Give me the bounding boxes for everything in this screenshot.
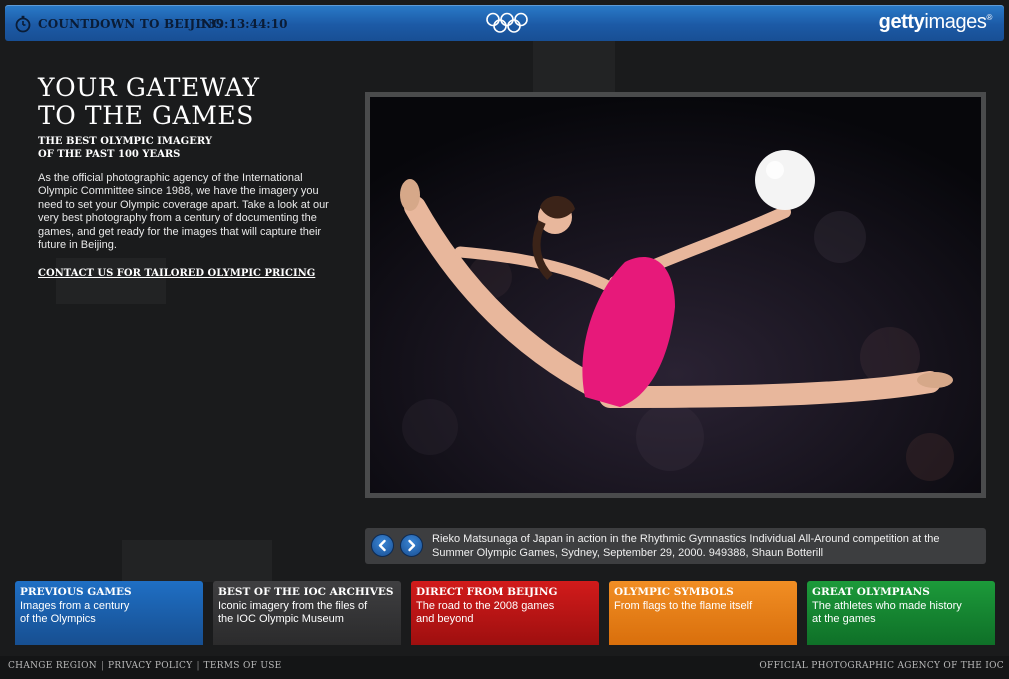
tile-description: The road to the 2008 games and beyond: [416, 600, 555, 625]
featured-photo[interactable]: [370, 97, 981, 493]
logo-text-light: images: [924, 11, 987, 33]
logo-text-bold: getty: [878, 11, 925, 33]
registered-mark: ®: [986, 13, 993, 22]
subheading-line: THE BEST OLYMPIC IMAGERY: [38, 136, 212, 147]
tile-title: BEST OF THE IOC ARCHIVES: [218, 586, 394, 598]
caption-bar: Rieko Matsunaga of Japan in action in th…: [365, 528, 986, 564]
headline-line: YOUR GATEWAY: [38, 73, 260, 102]
terms-of-use-link[interactable]: TERMS OF USE: [204, 661, 282, 671]
footer-links: CHANGE REGION | PRIVACY POLICY | TERMS OF US…: [8, 661, 282, 671]
countdown-timer: 139:13:44:10: [199, 17, 288, 31]
tile-title: DIRECT FROM BEIJING: [416, 586, 558, 598]
stopwatch-icon: [15, 15, 31, 33]
tile-previous-games[interactable]: PREVIOUS GAMES Images from a century of …: [15, 581, 203, 645]
getty-images-logo[interactable]: gettyimages®: [878, 11, 993, 34]
page-headline: YOUR GATEWAY TO THE GAMES: [38, 74, 260, 130]
countdown-label: COUNTDOWN TO BEIJING: [38, 17, 223, 31]
chevron-left-icon: [378, 539, 386, 552]
header-bar: COUNTDOWN TO BEIJING 139:13:44:10 gettyi…: [5, 5, 1004, 41]
photo-caption: Rieko Matsunaga of Japan in action in th…: [432, 533, 940, 559]
footer-separator: |: [196, 661, 200, 671]
background-panel: [533, 41, 615, 97]
footer-separator: |: [100, 661, 105, 671]
background-panel: [122, 540, 272, 582]
featured-photo-frame: [365, 92, 986, 498]
headline-line: TO THE GAMES: [38, 101, 254, 130]
footer-bar: CHANGE REGION | PRIVACY POLICY | TERMS OF US…: [0, 656, 1009, 679]
tile-title: PREVIOUS GAMES: [20, 586, 132, 598]
tile-great-olympians[interactable]: GREAT OLYMPIANS The athletes who made hi…: [807, 581, 995, 645]
background-panel: [56, 258, 166, 304]
contact-pricing-link[interactable]: CONTACT US FOR TAILORED OLYMPIC PRICING: [38, 268, 315, 279]
intro-paragraph: As the official photographic agency of t…: [38, 172, 329, 252]
tile-ioc-archives[interactable]: BEST OF THE IOC ARCHIVES Iconic imagery …: [213, 581, 401, 645]
change-region-link[interactable]: CHANGE REGION: [8, 661, 97, 671]
tile-title: OLYMPIC SYMBOLS: [614, 586, 734, 598]
chevron-right-icon: [408, 539, 416, 552]
page-subheading: THE BEST OLYMPIC IMAGERY OF THE PAST 100…: [38, 135, 212, 161]
tile-description: Images from a century of the Olympics: [20, 600, 130, 625]
tile-olympic-symbols[interactable]: OLYMPIC SYMBOLS From flags to the flame …: [609, 581, 797, 645]
tile-description: From flags to the flame itself: [614, 600, 753, 612]
gymnast-illustration: [370, 97, 981, 493]
olympic-rings-icon: [486, 12, 528, 33]
privacy-policy-link[interactable]: PRIVACY POLICY: [108, 661, 192, 671]
tile-description: Iconic imagery from the files of the IOC…: [218, 600, 368, 625]
official-agency-text: OFFICIAL PHOTOGRAPHIC AGENCY OF THE IOC: [759, 661, 1004, 671]
tile-description: The athletes who made history at the gam…: [812, 600, 962, 625]
tile-direct-from-beijing[interactable]: DIRECT FROM BEIJING The road to the 2008…: [411, 581, 599, 645]
previous-photo-button[interactable]: [371, 534, 394, 557]
next-photo-button[interactable]: [400, 534, 423, 557]
tile-title: GREAT OLYMPIANS: [812, 586, 930, 598]
subheading-line: OF THE PAST 100 YEARS: [38, 149, 181, 160]
